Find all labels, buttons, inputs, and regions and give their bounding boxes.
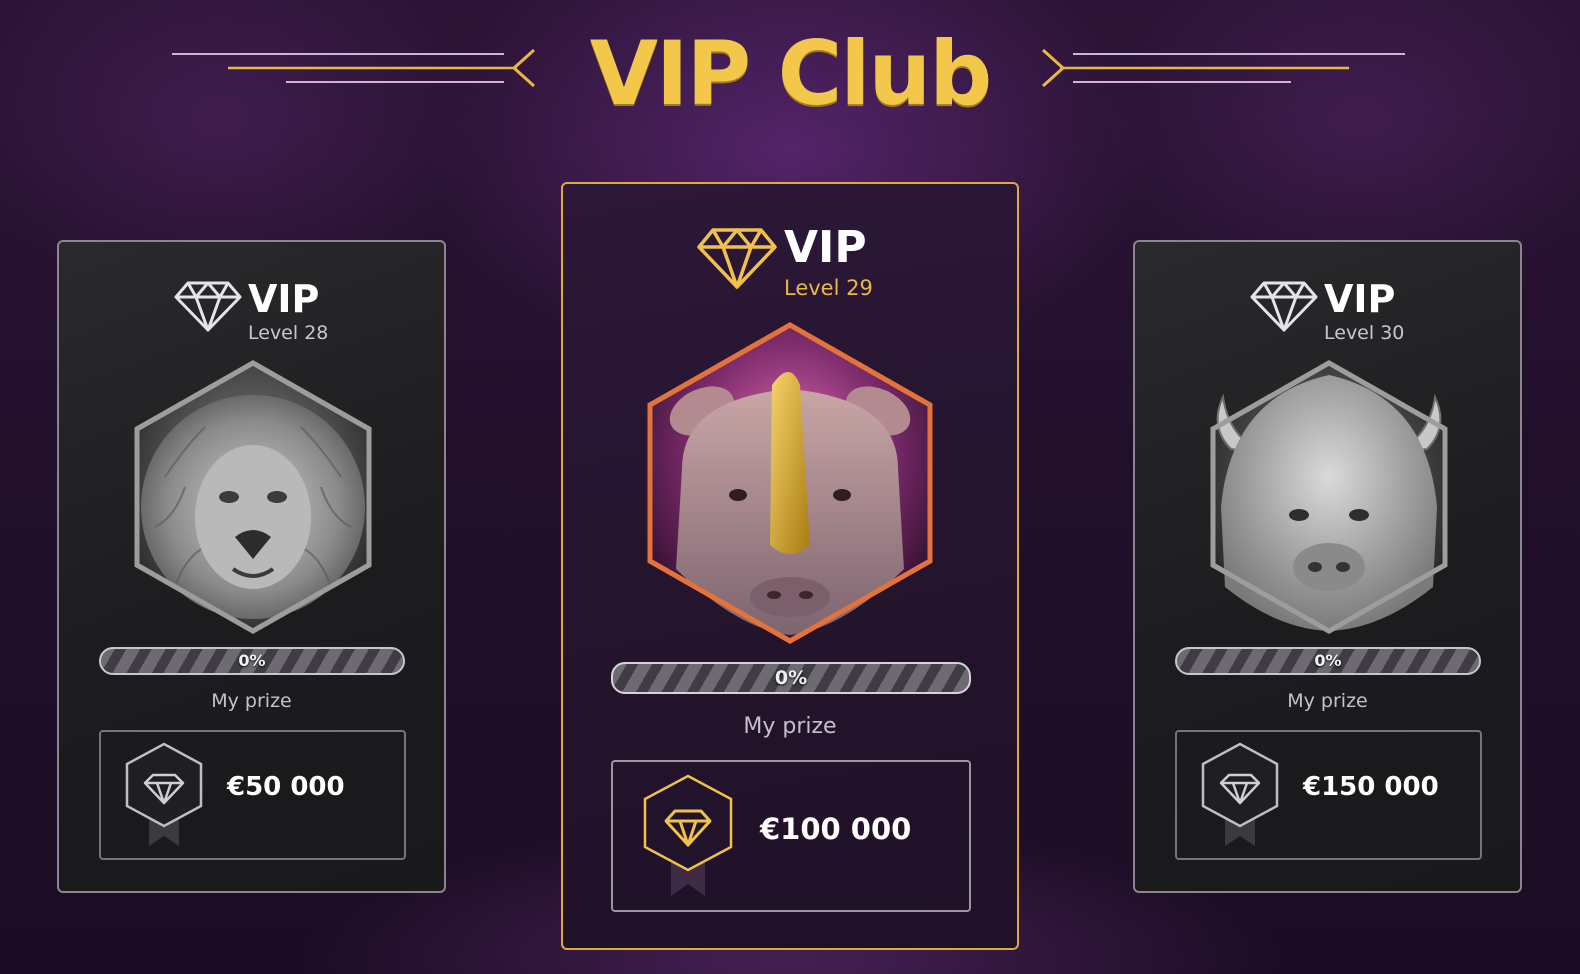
rhino-icon <box>642 319 938 647</box>
diamond-icon <box>696 226 778 290</box>
vip-label: VIP <box>248 277 320 321</box>
vip-header: VIP Level 30 <box>1250 280 1404 344</box>
prize-amount: €50 000 <box>227 772 345 802</box>
progress-bar: 0% <box>99 647 405 675</box>
prize-box: €50 000 <box>99 730 406 860</box>
prize-box: €100 000 <box>611 760 971 912</box>
diamond-badge-icon <box>123 742 205 848</box>
header: VIP Club <box>0 10 1580 130</box>
level-label: Level 29 <box>784 276 873 300</box>
progress-percent: 0% <box>238 651 266 670</box>
buffalo-icon <box>1201 357 1457 637</box>
prize-label: My prize <box>1287 690 1368 712</box>
vip-header: VIP Level 28 <box>174 280 328 344</box>
vip-card-level-30[interactable]: VIP Level 30 0% My prize €150 000 <box>1133 240 1522 893</box>
lion-icon <box>125 357 381 637</box>
vip-label: VIP <box>784 222 867 273</box>
prize-label: My prize <box>743 714 837 739</box>
right-ornament-icon <box>1040 40 1405 96</box>
vip-club-screen: VIP Club VIP Level 28 0% My prize €50 00… <box>0 0 1580 974</box>
vip-card-level-28[interactable]: VIP Level 28 0% My prize €50 000 <box>57 240 446 893</box>
progress-bar: 0% <box>611 662 971 694</box>
progress-percent: 0% <box>774 667 808 689</box>
level-label: Level 28 <box>248 322 329 344</box>
vip-card-level-29[interactable]: VIP Level 29 0% My prize €100 000 <box>561 182 1019 950</box>
progress-bar: 0% <box>1175 647 1481 675</box>
diamond-badge-icon <box>641 774 735 898</box>
diamond-badge-icon <box>1199 742 1281 848</box>
prize-label: My prize <box>211 690 292 712</box>
vip-label: VIP <box>1324 277 1396 321</box>
prize-box: €150 000 <box>1175 730 1482 860</box>
level-label: Level 30 <box>1324 322 1405 344</box>
vip-header: VIP Level 29 <box>696 226 873 300</box>
prize-amount: €150 000 <box>1303 772 1439 802</box>
diamond-icon <box>174 280 242 332</box>
progress-percent: 0% <box>1314 651 1342 670</box>
diamond-icon <box>1250 280 1318 332</box>
prize-amount: €100 000 <box>760 812 912 846</box>
